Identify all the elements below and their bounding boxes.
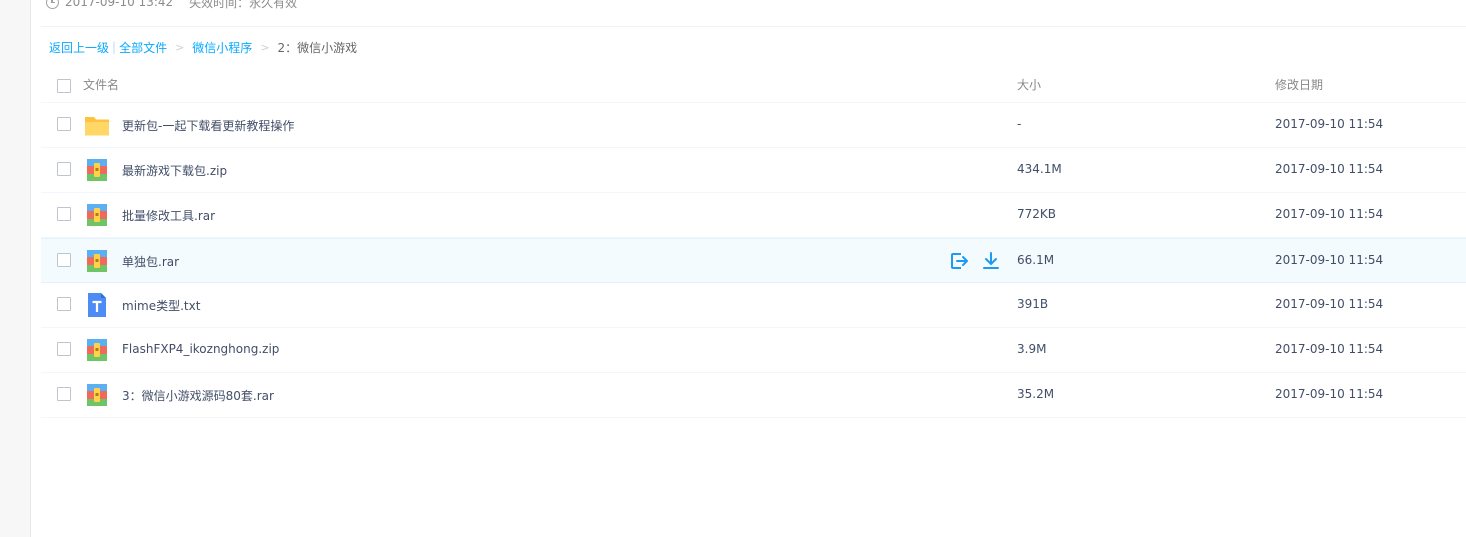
row-checkbox[interactable] xyxy=(57,387,71,401)
breadcrumb-folder-link[interactable]: 微信小程序 xyxy=(192,39,252,56)
row-checkbox[interactable] xyxy=(57,117,71,131)
row-checkbox[interactable] xyxy=(57,207,71,221)
share-created-time: 2017-09-10 13:42 xyxy=(65,0,174,9)
row-checkbox[interactable] xyxy=(57,162,71,176)
file-name[interactable]: 3：微信小游戏源码80套.rar xyxy=(122,387,274,404)
share-expire-text: 失效时间：永久有效 xyxy=(189,0,298,10)
share-meta: 2017-09-10 13:42 失效时间：永久有效 xyxy=(46,0,297,10)
file-size: - xyxy=(1017,117,1022,131)
file-row[interactable]: 更新包-一起下载看更新教程操作 - 2017-09-10 11:54 xyxy=(41,103,1466,148)
back-link[interactable]: 返回上一级 xyxy=(49,39,109,56)
download-icon[interactable] xyxy=(981,251,1001,271)
file-list: 文件名 大小 修改日期 更新包-一起下载看更新教程操作 - 2017-09-10… xyxy=(41,64,1466,418)
clock-icon xyxy=(46,0,59,9)
breadcrumb: 返回上一级 | 全部文件 > 微信小程序 > 2：微信小游戏 xyxy=(49,39,357,55)
breadcrumb-divider: | xyxy=(112,40,117,54)
breadcrumb-separator: > xyxy=(175,40,185,54)
row-checkbox[interactable] xyxy=(57,253,71,267)
left-panel-strip xyxy=(0,0,31,537)
file-row[interactable]: 3：微信小游戏源码80套.rar 35.2M 2017-09-10 11:54 xyxy=(41,373,1466,418)
file-date: 2017-09-10 11:54 xyxy=(1275,297,1384,311)
file-date: 2017-09-10 11:54 xyxy=(1275,162,1384,176)
file-name[interactable]: 单独包.rar xyxy=(122,253,179,270)
breadcrumb-current: 2：微信小游戏 xyxy=(277,40,358,55)
file-size: 3.9M xyxy=(1017,342,1047,356)
file-row[interactable]: mime类型.txt 391B 2017-09-10 11:54 xyxy=(41,283,1466,328)
text-file-icon xyxy=(88,293,106,317)
row-checkbox[interactable] xyxy=(57,342,71,356)
folder-icon xyxy=(85,117,109,136)
column-header-date[interactable]: 修改日期 xyxy=(1275,76,1323,93)
archive-icon xyxy=(87,384,107,406)
row-checkbox[interactable] xyxy=(57,297,71,311)
archive-icon xyxy=(87,339,107,361)
save-to-netdisk-icon[interactable] xyxy=(949,251,969,271)
file-size: 391B xyxy=(1017,297,1049,311)
all-files-link[interactable]: 全部文件 xyxy=(119,39,167,56)
file-date: 2017-09-10 11:54 xyxy=(1275,387,1384,401)
file-date: 2017-09-10 11:54 xyxy=(1275,342,1384,356)
file-name[interactable]: mime类型.txt xyxy=(122,297,200,314)
archive-icon xyxy=(87,204,107,226)
row-actions xyxy=(949,251,1001,271)
file-row[interactable]: 最新游戏下载包.zip 434.1M 2017-09-10 11:54 xyxy=(41,148,1466,193)
file-name[interactable]: FlashFXP4_ikoznghong.zip xyxy=(122,342,279,356)
file-name[interactable]: 最新游戏下载包.zip xyxy=(122,162,227,179)
file-row[interactable]: 批量修改工具.rar 772KB 2017-09-10 11:54 xyxy=(41,193,1466,238)
meta-divider xyxy=(41,26,1466,27)
file-date: 2017-09-10 11:54 xyxy=(1275,117,1384,131)
file-row-hovered[interactable]: 单独包.rar 66.1M 2017-09-10 11:54 xyxy=(41,238,1466,283)
file-list-header: 文件名 大小 修改日期 xyxy=(41,64,1466,103)
file-date: 2017-09-10 11:54 xyxy=(1275,207,1384,221)
column-header-name[interactable]: 文件名 xyxy=(83,76,119,93)
file-size: 434.1M xyxy=(1017,162,1062,176)
file-name[interactable]: 批量修改工具.rar xyxy=(122,207,215,224)
file-row[interactable]: FlashFXP4_ikoznghong.zip 3.9M 2017-09-10… xyxy=(41,328,1466,373)
file-size: 66.1M xyxy=(1017,253,1055,267)
breadcrumb-separator: > xyxy=(260,40,270,54)
file-date: 2017-09-10 11:54 xyxy=(1275,253,1384,267)
archive-icon xyxy=(87,159,107,181)
column-header-size[interactable]: 大小 xyxy=(1017,76,1041,93)
select-all-checkbox[interactable] xyxy=(57,79,71,93)
file-size: 35.2M xyxy=(1017,387,1055,401)
archive-icon xyxy=(87,250,107,272)
file-size: 772KB xyxy=(1017,207,1057,221)
file-name[interactable]: 更新包-一起下载看更新教程操作 xyxy=(122,117,294,134)
